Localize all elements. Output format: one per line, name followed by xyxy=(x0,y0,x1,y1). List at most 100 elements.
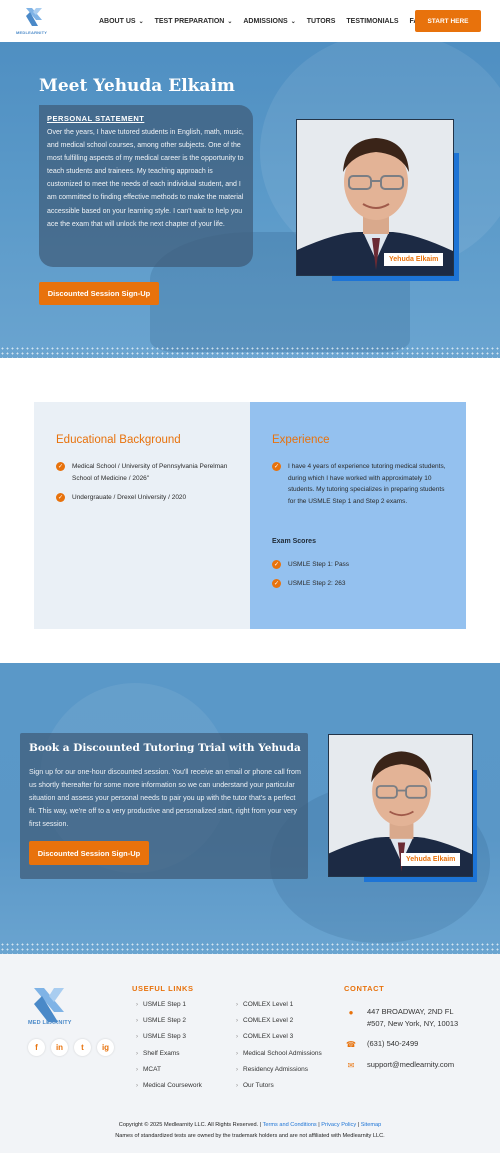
tutor-photo-card: Yehuda Elkaim xyxy=(296,119,459,281)
dotted-divider xyxy=(0,346,500,358)
link-label: Shelf Exams xyxy=(143,1050,180,1057)
personal-statement-heading: PERSONAL STATEMENT xyxy=(47,114,145,123)
chevron-down-icon: ⌄ xyxy=(290,18,296,25)
nav-tutors[interactable]: TUTORS xyxy=(307,18,336,25)
background-experience-section: Educational Background ✓ Medical School … xyxy=(0,358,500,663)
nav-testimonials[interactable]: TESTIMONIALS xyxy=(346,18,398,25)
footer-link[interactable]: › Medical Coursework xyxy=(136,1082,202,1089)
exam-scores-title: Exam Scores xyxy=(272,538,316,545)
contact-phone[interactable]: (631) 540-2499 xyxy=(367,1038,418,1050)
link-label: USMLE Step 2 xyxy=(143,1017,186,1024)
top-nav: MEDLEARNITY ABOUT US ⌄ TEST PREPARATION ⌄ … xyxy=(0,0,500,42)
chevron-right-icon: › xyxy=(136,1067,138,1073)
chevron-right-icon: › xyxy=(236,1034,238,1040)
nav-menu: ABOUT US ⌄ TEST PREPARATION ⌄ ADMISSIONS ⌄ … xyxy=(99,0,424,42)
nav-label: ADMISSIONS xyxy=(243,17,288,25)
phone-icon: ☎ xyxy=(346,1039,356,1049)
tutor-name-badge: Yehuda Elkaim xyxy=(384,253,444,266)
tutor-photo-card: Yehuda Elkaim xyxy=(328,734,477,882)
education-title: Educational Background xyxy=(56,434,181,446)
book-trial-panel: Book a Discounted Tutoring Trial with Ye… xyxy=(20,733,308,879)
start-here-button[interactable]: START HERE xyxy=(415,10,481,32)
contact-email[interactable]: support@medlearnity.com xyxy=(367,1059,454,1071)
exam-score-item: USMLE Step 1: Pass xyxy=(288,561,350,568)
facebook-icon[interactable]: f xyxy=(28,1039,45,1056)
link-label: Medical Coursework xyxy=(143,1082,202,1089)
linkedin-icon[interactable]: in xyxy=(51,1039,68,1056)
experience-title: Experience xyxy=(272,434,330,446)
dotted-divider xyxy=(0,942,500,954)
check-icon: ✓ xyxy=(56,493,65,502)
privacy-link[interactable]: Privacy Policy xyxy=(321,1122,356,1128)
address-line: 447 BROADWAY, 2ND FL xyxy=(367,1007,454,1016)
check-icon: ✓ xyxy=(272,560,281,569)
education-panel: Educational Background ✓ Medical School … xyxy=(34,402,250,629)
link-label: COMLEX Level 3 xyxy=(243,1033,294,1040)
check-icon: ✓ xyxy=(272,579,281,588)
nav-test-preparation[interactable]: TEST PREPARATION ⌄ xyxy=(155,18,233,25)
discounted-session-signup-button[interactable]: Discounted Session Sign-Up xyxy=(29,841,149,865)
footer-link[interactable]: › COMLEX Level 2 xyxy=(236,1017,293,1024)
footer-link[interactable]: › COMLEX Level 3 xyxy=(236,1033,293,1040)
footer-link[interactable]: › USMLE Step 2 xyxy=(136,1017,186,1024)
footer-link[interactable]: › USMLE Step 3 xyxy=(136,1033,186,1040)
terms-link[interactable]: Terms and Conditions xyxy=(263,1122,317,1128)
education-item: Medical School / University of Pennsylva… xyxy=(72,463,228,482)
tutor-name-badge: Yehuda Elkaim xyxy=(401,853,461,866)
check-icon: ✓ xyxy=(272,462,281,471)
contact-address: 447 BROADWAY, 2ND FL #507, New York, NY,… xyxy=(367,1006,458,1030)
footer-link[interactable]: › MCAT xyxy=(136,1066,161,1073)
link-label: MCAT xyxy=(143,1066,161,1073)
footer-link[interactable]: › Our Tutors xyxy=(236,1082,274,1089)
useful-links-heading: USEFUL LINKS xyxy=(132,984,194,993)
hero-section: Meet Yehuda Elkaim PERSONAL STATEMENT Ov… xyxy=(0,42,500,358)
link-label: Medical School Admissions xyxy=(243,1050,322,1057)
nav-about-us[interactable]: ABOUT US ⌄ xyxy=(99,18,144,25)
instagram-icon[interactable]: ig xyxy=(97,1039,114,1056)
book-trial-text: Sign up for our one-hour discounted sess… xyxy=(29,768,301,829)
education-item: Undergrauate / Drexel University / 2020 xyxy=(72,494,187,501)
sitemap-link[interactable]: Sitemap xyxy=(361,1122,382,1128)
chevron-right-icon: › xyxy=(136,1002,138,1008)
trademark-disclaimer: Names of standardized tests are owned by… xyxy=(115,1133,385,1139)
link-label: Our Tutors xyxy=(243,1082,274,1089)
footer-link[interactable]: › Residency Admissions xyxy=(236,1066,308,1073)
check-icon: ✓ xyxy=(56,462,65,471)
logo-text: MEDLEARNITY xyxy=(16,30,48,35)
link-label: Residency Admissions xyxy=(243,1066,309,1073)
copyright-line: Copyright © 2025 Medlearnity LLC. All Ri… xyxy=(118,1122,382,1128)
nav-label: TUTORS xyxy=(306,17,336,25)
page-title: Meet Yehuda Elkaim xyxy=(39,76,235,96)
footer-link[interactable]: › Medical School Admissions xyxy=(236,1050,322,1057)
footer-logo-text: MED LEARNITY xyxy=(28,1020,72,1026)
link-label: COMLEX Level 1 xyxy=(243,1001,294,1008)
footer-link[interactable]: › COMLEX Level 1 xyxy=(236,1001,293,1008)
twitter-icon[interactable]: t xyxy=(74,1039,91,1056)
chevron-right-icon: › xyxy=(236,1051,238,1057)
chevron-down-icon: ⌄ xyxy=(138,18,144,25)
experience-text: I have 4 years of experience tutoring me… xyxy=(288,463,446,505)
book-trial-section: Book a Discounted Tutoring Trial with Ye… xyxy=(0,663,500,954)
chevron-right-icon: › xyxy=(136,1034,138,1040)
chevron-right-icon: › xyxy=(236,1067,238,1073)
chevron-right-icon: › xyxy=(236,1002,238,1008)
discounted-session-signup-button[interactable]: Discounted Session Sign-Up xyxy=(39,282,159,305)
chevron-right-icon: › xyxy=(236,1018,238,1024)
nav-label: ABOUT US xyxy=(99,17,136,25)
link-label: USMLE Step 3 xyxy=(143,1033,186,1040)
contact-heading: CONTACT xyxy=(344,984,385,993)
link-label: COMLEX Level 2 xyxy=(243,1017,294,1024)
logo-icon xyxy=(26,8,42,26)
book-trial-title: Book a Discounted Tutoring Trial with Ye… xyxy=(29,742,301,754)
footer-link[interactable]: › USMLE Step 1 xyxy=(136,1001,186,1008)
nav-admissions[interactable]: ADMISSIONS ⌄ xyxy=(243,18,295,25)
footer-link[interactable]: › Shelf Exams xyxy=(136,1050,180,1057)
personal-statement-panel: PERSONAL STATEMENT Over the years, I hav… xyxy=(39,105,253,267)
location-pin-icon: ● xyxy=(348,1007,354,1017)
address-line: #507, New York, NY, 10013 xyxy=(367,1019,459,1028)
chevron-right-icon: › xyxy=(136,1018,138,1024)
logo[interactable]: MEDLEARNITY xyxy=(16,6,50,38)
nav-label: TESTIMONIALS xyxy=(346,17,399,25)
chevron-right-icon: › xyxy=(236,1083,238,1089)
social-links: f in t ig xyxy=(28,1039,114,1056)
